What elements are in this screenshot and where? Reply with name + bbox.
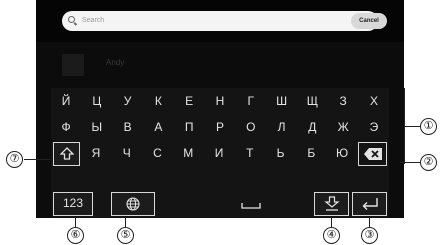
callout-4: ④ [323, 227, 340, 244]
callout-line-7 [24, 159, 51, 160]
callout-line-3 [369, 218, 370, 227]
key[interactable]: А [143, 114, 173, 140]
enter-icon [362, 198, 378, 210]
space-icon [241, 203, 261, 209]
search-icon [68, 16, 75, 23]
contact-name: Andy [106, 58, 125, 67]
key[interactable]: З [328, 88, 358, 114]
backspace-icon [363, 148, 382, 160]
enter-key[interactable] [352, 192, 387, 216]
language-key[interactable] [111, 192, 155, 216]
callout-line-1 [404, 126, 420, 127]
key[interactable]: Д [297, 114, 327, 140]
key-row-2: Ф Ы В А П Р О Л Д Ж Э [51, 114, 389, 140]
numbers-key-label: 123 [62, 196, 84, 210]
key[interactable]: Ь [266, 140, 296, 166]
numbers-key[interactable]: 123 [53, 192, 93, 216]
key[interactable]: О [236, 114, 266, 140]
shift-icon [58, 147, 75, 160]
key[interactable]: Ш [267, 88, 297, 114]
contact-list-item[interactable]: Andy [36, 48, 404, 82]
callout-line-4 [331, 218, 332, 227]
key[interactable]: Х [359, 88, 389, 114]
key[interactable]: П [174, 114, 204, 140]
key[interactable]: И [204, 140, 234, 166]
hide-keyboard-key[interactable] [314, 192, 349, 216]
callout-line-6 [75, 218, 76, 227]
key[interactable]: В [113, 114, 143, 140]
hide-keyboard-icon [323, 196, 340, 211]
key[interactable]: Э [359, 114, 389, 140]
key[interactable]: Я [81, 140, 111, 166]
callout-6: ⑥ [67, 227, 84, 244]
callout-line-1-vertical [404, 88, 405, 164]
key[interactable]: Ц [82, 88, 112, 114]
key[interactable]: Ч [112, 140, 142, 166]
callout-1: ① [420, 118, 437, 135]
callout-7: ⑦ [6, 151, 23, 168]
key[interactable]: Ф [51, 114, 81, 140]
key[interactable]: Е [174, 88, 204, 114]
key[interactable]: К [143, 88, 173, 114]
key[interactable]: Л [267, 114, 297, 140]
callout-line-2 [400, 162, 420, 163]
key[interactable]: У [113, 88, 143, 114]
key[interactable]: М [173, 140, 203, 166]
key[interactable]: Ы [82, 114, 112, 140]
avatar [62, 54, 84, 76]
backspace-key[interactable] [358, 142, 387, 166]
callout-2: ② [420, 154, 437, 171]
search-input[interactable]: Search [62, 11, 378, 31]
search-bar: Search Cancel [36, 0, 404, 42]
device-screen: Search Cancel Andy Й Ц У К Е Н Г Ш Щ З Х… [36, 0, 404, 218]
key[interactable]: С [143, 140, 173, 166]
key[interactable]: Щ [297, 88, 327, 114]
key[interactable]: Ж [328, 114, 358, 140]
key[interactable]: Ю [327, 140, 357, 166]
search-placeholder: Search [82, 17, 105, 24]
key[interactable]: Г [236, 88, 266, 114]
on-screen-keyboard: Й Ц У К Е Н Г Ш Щ З Х Ф Ы В А П Р О Л Д … [51, 88, 389, 218]
shift-key[interactable] [53, 142, 80, 166]
key[interactable]: Й [51, 88, 81, 114]
callout-3: ③ [361, 227, 378, 244]
key[interactable]: Н [205, 88, 235, 114]
space-key[interactable] [201, 192, 301, 216]
key[interactable]: Т [235, 140, 265, 166]
key[interactable]: Б [296, 140, 326, 166]
key-row-1: Й Ц У К Е Н Г Ш Щ З Х [51, 88, 389, 114]
key-row-3: Я Ч С М И Т Ь Б Ю [81, 140, 357, 166]
globe-icon [126, 197, 140, 211]
cancel-button[interactable]: Cancel [351, 13, 387, 29]
callout-5: ⑤ [117, 227, 134, 244]
key[interactable]: Р [205, 114, 235, 140]
callout-line-5 [125, 218, 126, 227]
